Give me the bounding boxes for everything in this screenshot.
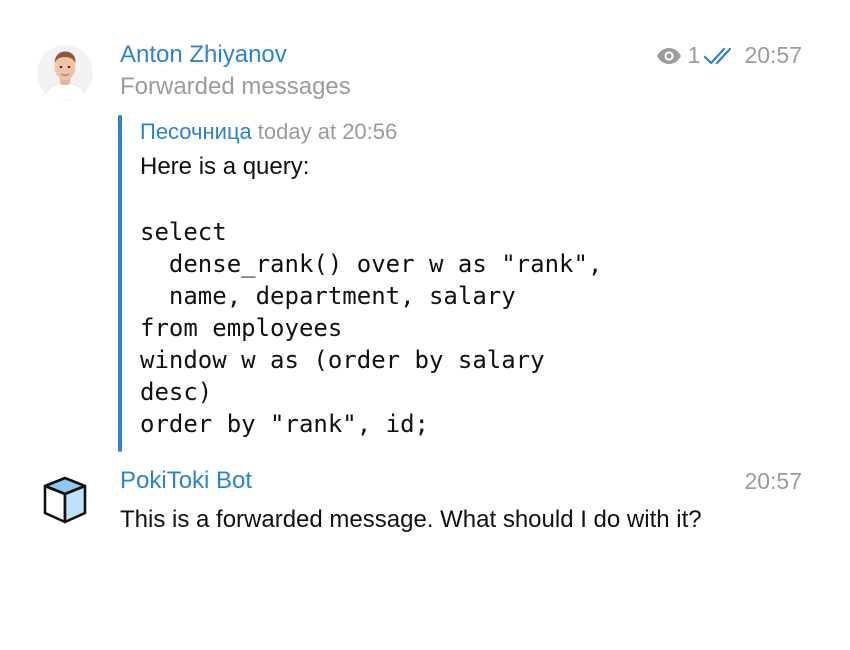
forward-date: today at 20:56 [257, 119, 398, 144]
chat-history: Anton Zhiyanov Forwarded messages 1 20:5… [0, 0, 850, 650]
message-bot[interactable]: PokiToki Bot 20:57 This is a forwarded m… [0, 460, 850, 650]
bot-avatar[interactable] [37, 472, 93, 528]
avatar[interactable] [37, 45, 93, 101]
message-time: 20:57 [744, 468, 802, 494]
code-block[interactable]: select dense_rank() over w as "rank", na… [140, 216, 602, 440]
message-forwarded[interactable]: Anton Zhiyanov Forwarded messages 1 20:5… [0, 0, 850, 460]
double-check-icon [704, 47, 732, 64]
forward-source[interactable]: Песочница [140, 119, 252, 144]
cube-icon [43, 476, 87, 524]
message-time: 20:57 [744, 42, 802, 68]
eye-icon [656, 47, 681, 64]
forward-text: Here is a query: [140, 153, 310, 180]
forward-header: Песочница today at 20:56 [140, 119, 397, 145]
message-text: This is a forwarded message. What should… [120, 506, 702, 533]
sender-name[interactable]: PokiToki Bot [120, 467, 252, 495]
user-avatar-image [37, 45, 93, 101]
forward-bar [118, 115, 122, 452]
message-meta: 20:57 [744, 468, 802, 495]
message-meta: 1 20:57 [656, 42, 802, 69]
sender-name[interactable]: Anton Zhiyanov [120, 41, 287, 69]
forwarded-label: Forwarded messages [120, 73, 351, 100]
views-count: 1 [687, 42, 701, 68]
